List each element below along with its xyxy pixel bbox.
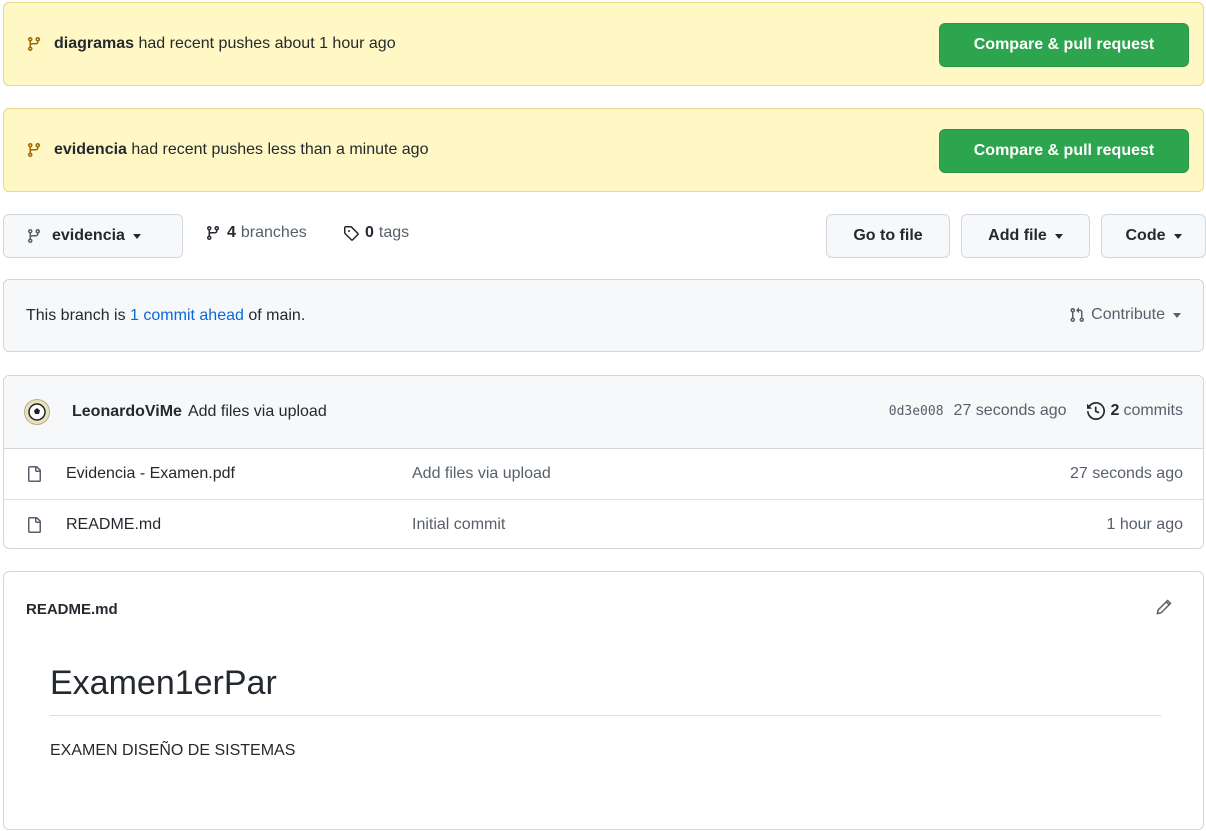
commit-author[interactable]: LeonardoViMe <box>72 403 182 421</box>
commit-message[interactable]: Add files via upload <box>188 403 327 421</box>
file-row: README.md Initial commit 1 hour ago <box>4 499 1203 548</box>
branch-icon <box>26 142 42 158</box>
file-name[interactable]: README.md <box>66 516 412 534</box>
contribute-dropdown[interactable]: Contribute <box>1069 306 1181 324</box>
avatar[interactable] <box>24 399 50 425</box>
branch-select-label: evidencia <box>52 227 125 244</box>
compare-pull-request-button[interactable]: Compare & pull request <box>939 129 1189 173</box>
soccer-ball-icon <box>28 403 46 421</box>
banner-branch-name[interactable]: diagramas <box>54 35 134 52</box>
commits-ahead-link[interactable]: 1 commit ahead <box>130 307 244 325</box>
branch-ahead-box: This branch is 1 commit ahead of main. C… <box>3 279 1204 352</box>
file-age: 1 hour ago <box>1106 515 1183 533</box>
commits-count: 2 <box>1110 402 1120 419</box>
code-button[interactable]: Code <box>1101 214 1206 258</box>
banner-message: had recent pushes about 1 hour ago <box>138 35 396 52</box>
add-file-button[interactable]: Add file <box>961 214 1090 258</box>
recent-push-banner-evidencia: evidencia had recent pushes less than a … <box>3 108 1204 192</box>
commits-label: commits <box>1123 402 1183 419</box>
branches-count: 4 <box>227 224 236 241</box>
commits-link[interactable]: 2 commits <box>1086 402 1183 420</box>
tags-link[interactable]: 0 tags <box>343 224 409 242</box>
readme-text: EXAMEN DISEÑO DE SISTEMAS <box>50 742 296 759</box>
file-icon <box>26 466 42 482</box>
branch-icon <box>26 36 42 52</box>
branch-icon <box>205 225 221 241</box>
pull-request-icon <box>1069 307 1085 323</box>
go-to-file-button[interactable]: Go to file <box>826 214 950 258</box>
branches-label: branches <box>240 224 307 241</box>
banner-text: evidencia had recent pushes less than a … <box>54 141 428 159</box>
pencil-icon[interactable] <box>1155 598 1173 620</box>
file-name[interactable]: Evidencia - Examen.pdf <box>66 465 412 483</box>
chevron-down-icon <box>1173 233 1182 239</box>
banner-branch-name[interactable]: evidencia <box>54 141 127 158</box>
banner-text: diagramas had recent pushes about 1 hour… <box>54 35 396 53</box>
readme-box: README.md Examen1erPar EXAMEN DISEÑO DE … <box>3 571 1204 830</box>
branch-icon <box>26 228 42 244</box>
commit-age: 27 seconds ago <box>953 402 1067 419</box>
commit-meta: 0d3e008 27 seconds ago 2 commits <box>889 402 1183 420</box>
file-browser: LeonardoViMe Add files via upload 0d3e00… <box>3 375 1204 549</box>
tag-icon <box>343 225 359 241</box>
file-commit-message[interactable]: Initial commit <box>412 516 505 534</box>
file-row: Evidencia - Examen.pdf Add files via upl… <box>4 449 1203 499</box>
branches-link[interactable]: 4 branches <box>205 224 307 242</box>
tags-count: 0 <box>365 224 374 241</box>
file-icon <box>26 516 42 533</box>
ahead-prefix: This branch is <box>26 306 126 324</box>
latest-commit-row: LeonardoViMe Add files via upload 0d3e00… <box>4 376 1203 449</box>
readme-filename[interactable]: README.md <box>26 601 118 618</box>
history-icon <box>1086 402 1105 420</box>
code-label: Code <box>1125 227 1166 244</box>
tags-label: tags <box>378 224 410 241</box>
recent-push-banner-diagramas: diagramas had recent pushes about 1 hour… <box>3 2 1204 86</box>
add-file-label: Add file <box>988 227 1047 244</box>
chevron-down-icon <box>132 233 141 239</box>
contribute-label: Contribute <box>1091 306 1165 323</box>
file-commit-message[interactable]: Add files via upload <box>412 465 551 483</box>
ahead-suffix: of main. <box>248 306 306 324</box>
compare-pull-request-button[interactable]: Compare & pull request <box>939 23 1189 67</box>
commit-sha[interactable]: 0d3e008 <box>889 404 944 419</box>
readme-content: Examen1erPar EXAMEN DISEÑO DE SISTEMAS <box>4 646 1203 760</box>
file-age: 27 seconds ago <box>1070 465 1183 482</box>
chevron-down-icon <box>1054 233 1063 239</box>
chevron-down-icon <box>1173 312 1181 318</box>
readme-header: README.md <box>4 572 1203 646</box>
readme-title: Examen1erPar <box>50 664 1161 716</box>
branch-select-button[interactable]: evidencia <box>3 214 183 258</box>
banner-message: had recent pushes less than a minute ago <box>131 141 429 158</box>
